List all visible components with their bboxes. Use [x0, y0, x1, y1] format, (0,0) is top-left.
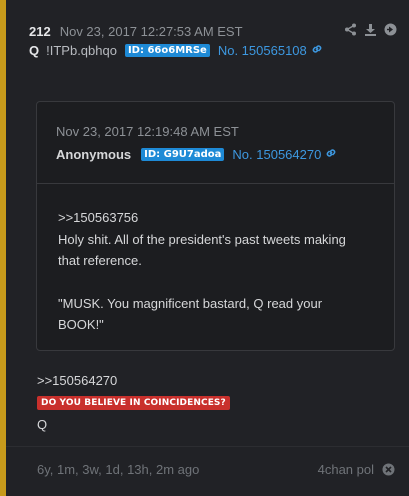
post-actions: [343, 22, 397, 36]
quoted-reply-ref[interactable]: >>150563756: [58, 207, 378, 229]
share-icon[interactable]: [343, 22, 357, 36]
post-card: 212 Nov 23, 2017 12:27:53 AM EST Q !ITPb…: [0, 0, 409, 496]
poster-id-badge[interactable]: ID: 66o6MRSe: [124, 44, 210, 57]
source-label[interactable]: 4chan pol: [318, 462, 374, 477]
post-age: 6y, 1m, 3w, 1d, 13h, 2m ago: [37, 462, 200, 477]
post-header-meta: 212 Nov 23, 2017 12:27:53 AM EST: [29, 24, 243, 39]
quoted-body: >>150563756 Holy shit. All of the presid…: [58, 207, 378, 336]
post-number-link[interactable]: No. 150565108: [218, 43, 307, 58]
quoted-author-name: Anonymous: [56, 147, 132, 162]
post-timestamp: Nov 23, 2017 12:27:53 AM EST: [59, 24, 243, 39]
next-arrow-icon[interactable]: [383, 22, 397, 36]
quoted-poster-id-badge[interactable]: ID: G9U7adoa: [141, 148, 225, 161]
quoted-author-line: Anonymous ID: G9U7adoa No. 150564270: [56, 147, 337, 162]
quoted-text-line: "MUSK. You magnificent bastard, Q read y…: [58, 295, 323, 311]
quoted-post-number-link[interactable]: No. 150564270: [232, 147, 321, 162]
quoted-timestamp: Nov 23, 2017 12:19:48 AM EST: [56, 124, 239, 139]
quoted-text-line: BOOK!": [58, 317, 104, 332]
author-name: Q: [29, 43, 40, 58]
link-icon[interactable]: [325, 147, 337, 162]
quoted-text-line: Holy shit. All of the president's past t…: [58, 231, 346, 247]
quoted-text-line: that reference.: [58, 253, 142, 268]
link-icon[interactable]: [311, 43, 323, 58]
close-circle-icon[interactable]: [382, 463, 395, 476]
signature: Q: [37, 417, 48, 432]
download-icon[interactable]: [363, 22, 377, 36]
post-source: 4chan pol: [318, 462, 395, 477]
divider: [37, 183, 394, 184]
reply-reference-link[interactable]: >>150564270: [37, 373, 117, 388]
post-author-line: Q !ITPb.qbhqo ID: 66o6MRSe No. 150565108: [29, 43, 323, 58]
footer-divider: [6, 446, 409, 447]
post-number[interactable]: 212: [29, 24, 51, 39]
highlight-badge: DO YOU BELIEVE IN COINCIDENCES?: [37, 396, 230, 410]
quoted-post[interactable]: Nov 23, 2017 12:19:48 AM EST Anonymous I…: [36, 101, 395, 351]
tripcode: !ITPb.qbhqo: [46, 43, 117, 58]
